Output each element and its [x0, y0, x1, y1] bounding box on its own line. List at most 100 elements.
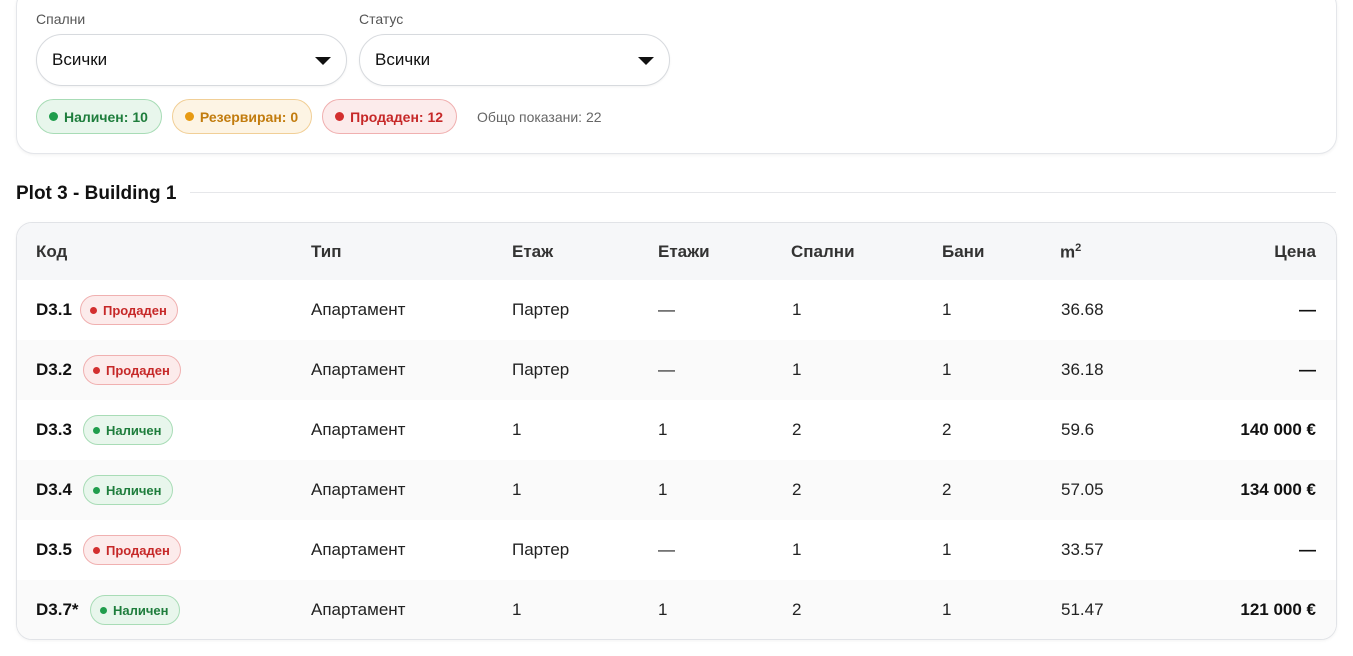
unit-code: D3.4 — [36, 480, 72, 499]
header-type[interactable]: Тип — [311, 242, 341, 262]
status-dot-icon — [90, 306, 97, 314]
unit-floors: — — [658, 360, 675, 379]
status-badge-label: Наличен — [106, 482, 162, 498]
table-row[interactable]: D3.5 Продаден Апартамент Партер — 1 1 33… — [17, 520, 1336, 580]
bedrooms-filter: Спални — [36, 11, 85, 27]
status-dot-icon — [335, 112, 345, 121]
available-count-text: Наличен: 10 — [64, 108, 148, 125]
unit-area: 59.6 — [1061, 420, 1095, 439]
unit-bathrooms: 2 — [942, 420, 952, 439]
status-dot-icon — [93, 546, 100, 554]
status-badge[interactable]: Наличен — [90, 595, 180, 625]
reserved-count-text: Резервиран: 0 — [199, 108, 299, 125]
status-summary: Наличен: 10 Резервиран: 0 Продаден: 12 О… — [36, 99, 602, 134]
unit-price: — — [1299, 300, 1316, 319]
chevron-down-icon — [315, 57, 331, 65]
unit-area: 36.68 — [1061, 300, 1104, 319]
bedrooms-select-value: Всички — [52, 50, 108, 69]
filter-panel: Спални Всички Статус Всички Наличен: 10 … — [16, 0, 1337, 154]
table-row[interactable]: D3.3 Наличен Апартамент 1 1 2 2 59.6 140… — [17, 400, 1336, 460]
table-row[interactable]: D3.1 Продаден Апартамент Партер — 1 1 36… — [17, 280, 1336, 340]
unit-price: 121 000 € — [1240, 600, 1316, 619]
available-count-pill[interactable]: Наличен: 10 — [36, 99, 162, 134]
header-bedrooms[interactable]: Спални — [791, 242, 855, 262]
unit-bathrooms: 2 — [942, 480, 952, 499]
unit-price: 140 000 € — [1240, 420, 1316, 439]
unit-bedrooms: 1 — [792, 360, 802, 379]
header-price[interactable]: Цена — [1274, 242, 1316, 262]
unit-floor: Партер — [512, 540, 570, 559]
unit-area: 57.05 — [1061, 480, 1104, 499]
header-floors[interactable]: Етажи — [658, 242, 710, 262]
unit-type: Апартамент — [311, 540, 406, 559]
unit-bathrooms: 1 — [942, 360, 952, 379]
unit-floors: — — [658, 540, 675, 559]
status-select-value: Всички — [375, 50, 431, 69]
units-table: Код Тип Етаж Етажи Спални Бани m2 Цена D… — [16, 222, 1337, 640]
status-dot-icon — [93, 426, 100, 434]
header-code[interactable]: Код — [36, 242, 67, 262]
header-floor[interactable]: Етаж — [512, 242, 553, 262]
status-badge-label: Продаден — [106, 542, 170, 558]
bedrooms-select[interactable]: Всички — [36, 34, 347, 86]
unit-area: 36.18 — [1061, 360, 1104, 379]
unit-bedrooms: 2 — [792, 600, 802, 619]
sold-count-pill[interactable]: Продаден: 12 — [322, 99, 458, 134]
status-badge-label: Продаден — [106, 362, 170, 378]
status-badge[interactable]: Продаден — [83, 355, 181, 385]
unit-price: 134 000 € — [1240, 480, 1316, 499]
unit-type: Апартамент — [311, 300, 406, 319]
table-row[interactable]: D3.4 Наличен Апартамент 1 1 2 2 57.05 13… — [17, 460, 1336, 520]
table-row[interactable]: D3.7* Наличен Апартамент 1 1 2 1 51.47 1… — [17, 580, 1336, 639]
header-area-exponent: 2 — [1075, 242, 1082, 254]
unit-type: Апартамент — [311, 420, 406, 439]
unit-floor: Партер — [512, 300, 570, 319]
status-badge-label: Наличен — [113, 602, 169, 618]
unit-bathrooms: 1 — [942, 300, 952, 319]
sold-count-text: Продаден: 12 — [350, 108, 444, 125]
unit-bedrooms: 2 — [792, 420, 802, 439]
table-header: Код Тип Етаж Етажи Спални Бани m2 Цена — [17, 223, 1336, 280]
reserved-count-pill[interactable]: Резервиран: 0 — [171, 99, 313, 134]
unit-code: D3.7* — [36, 600, 79, 619]
header-area[interactable]: m2 — [1060, 242, 1081, 263]
chevron-down-icon — [638, 57, 654, 65]
unit-floor: Партер — [512, 360, 570, 379]
bedrooms-filter-label: Спални — [36, 11, 86, 27]
total-shown: Общо показани: 22 — [477, 108, 602, 125]
unit-type: Апартамент — [311, 600, 406, 619]
unit-code: D3.5 — [36, 540, 72, 559]
status-badge[interactable]: Наличен — [83, 475, 173, 505]
unit-code: D3.1 — [36, 300, 72, 319]
status-dot-icon — [93, 366, 100, 374]
status-dot-icon — [184, 112, 194, 121]
header-area-unit: m — [1060, 242, 1076, 262]
status-badge[interactable]: Продаден — [80, 295, 178, 325]
status-badge[interactable]: Продаден — [83, 535, 181, 565]
header-bathrooms[interactable]: Бани — [942, 242, 984, 262]
unit-bedrooms: 2 — [792, 480, 802, 499]
unit-floor: 1 — [512, 420, 522, 439]
unit-code: D3.2 — [36, 360, 72, 379]
status-badge[interactable]: Наличен — [83, 415, 173, 445]
status-badge-label: Продаден — [103, 302, 167, 318]
unit-bedrooms: 1 — [792, 300, 802, 319]
unit-bathrooms: 1 — [942, 600, 952, 619]
unit-floor: 1 — [512, 600, 522, 619]
status-dot-icon — [100, 606, 107, 614]
unit-price: — — [1299, 540, 1316, 559]
unit-area: 51.47 — [1061, 600, 1104, 619]
unit-floors: 1 — [658, 600, 668, 619]
unit-floors: 1 — [658, 420, 668, 439]
status-filter-label: Статус — [359, 11, 404, 27]
status-dot-icon — [93, 486, 100, 494]
section-title: Plot 3 - Building 1 — [16, 183, 177, 204]
unit-floors: — — [658, 300, 675, 319]
table-row[interactable]: D3.2 Продаден Апартамент Партер — 1 1 36… — [17, 340, 1336, 400]
unit-area: 33.57 — [1061, 540, 1104, 559]
section-divider — [190, 192, 1336, 193]
status-filter: Статус — [359, 11, 403, 27]
unit-bedrooms: 1 — [792, 540, 802, 559]
status-select[interactable]: Всички — [359, 34, 670, 86]
status-dot-icon — [49, 112, 58, 121]
